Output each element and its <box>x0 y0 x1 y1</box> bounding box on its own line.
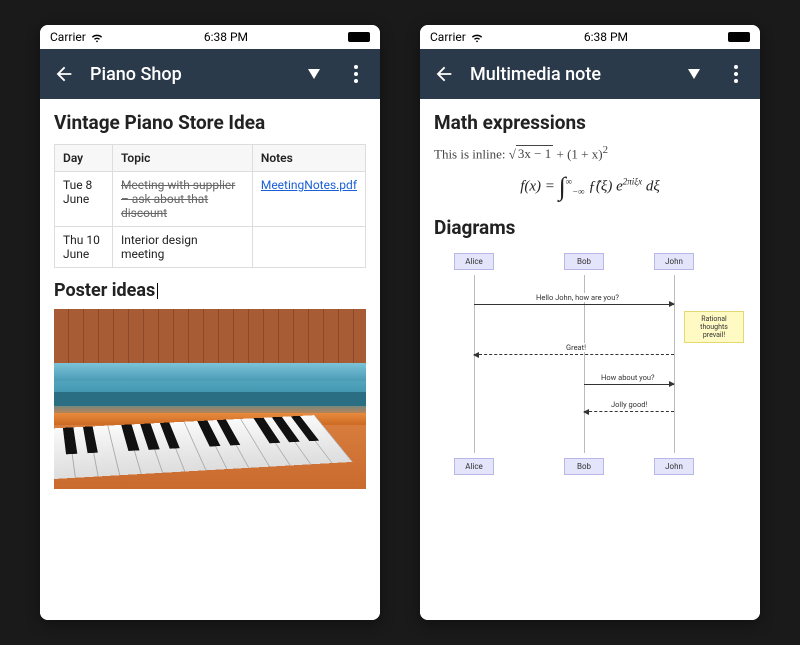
chevron-down-icon <box>688 69 700 79</box>
battery-icon <box>728 32 750 42</box>
sequence-diagram: Alice Bob John Alice Bob John Hello John… <box>434 249 746 479</box>
piano-image <box>54 309 366 489</box>
filter-button[interactable] <box>678 58 710 90</box>
actor-box: Alice <box>454 253 494 270</box>
note-heading: Vintage Piano Store Idea <box>54 111 366 134</box>
battery-icon <box>348 32 370 42</box>
col-topic: Topic <box>112 145 252 172</box>
section-heading-math: Math expressions <box>434 111 746 134</box>
chevron-down-icon <box>308 69 320 79</box>
schedule-table: Day Topic Notes Tue 8 June Meeting with … <box>54 144 366 268</box>
note-content[interactable]: Math expressions This is inline: √3x − 1… <box>420 99 760 620</box>
back-button[interactable] <box>428 58 460 90</box>
back-button[interactable] <box>48 58 80 90</box>
filter-button[interactable] <box>298 58 330 90</box>
more-vert-icon <box>734 65 738 83</box>
page-title: Multimedia note <box>470 64 668 85</box>
actor-box: Bob <box>564 458 604 475</box>
phone-left: Carrier 6:38 PM Piano Shop Vintage Piano… <box>40 25 380 620</box>
text-cursor <box>157 283 158 299</box>
actor-box: John <box>654 458 694 475</box>
section-heading-diagrams: Diagrams <box>434 216 746 239</box>
status-bar: Carrier 6:38 PM <box>40 25 380 49</box>
wifi-icon <box>470 30 484 44</box>
phone-right: Carrier 6:38 PM Multimedia note Math exp… <box>420 25 760 620</box>
block-math: f(x) = ∫∞−∞ ƒ̂(ξ) e2πiξx dξ <box>434 172 746 202</box>
clock-label: 6:38 PM <box>584 30 628 44</box>
inline-math: This is inline: √3x − 1 + (1 + x)2 <box>434 144 746 162</box>
col-notes: Notes <box>252 145 365 172</box>
diagram-note: Rational thoughts prevail! <box>684 311 744 343</box>
carrier-label: Carrier <box>50 30 86 44</box>
status-bar: Carrier 6:38 PM <box>420 25 760 49</box>
table-row: Thu 10 June Interior design meeting <box>55 227 366 268</box>
actor-box: John <box>654 253 694 270</box>
page-title: Piano Shop <box>90 64 288 85</box>
more-button[interactable] <box>340 58 372 90</box>
more-button[interactable] <box>720 58 752 90</box>
note-subheading: Poster ideas <box>54 280 366 301</box>
arrow-left-icon <box>53 63 75 85</box>
col-day: Day <box>55 145 113 172</box>
app-bar: Multimedia note <box>420 49 760 99</box>
carrier-label: Carrier <box>430 30 466 44</box>
more-vert-icon <box>354 65 358 83</box>
arrow-left-icon <box>433 63 455 85</box>
app-bar: Piano Shop <box>40 49 380 99</box>
table-row: Tue 8 June Meeting with supplier – ask a… <box>55 172 366 227</box>
attachment-link[interactable]: MeetingNotes.pdf <box>261 178 357 192</box>
clock-label: 6:38 PM <box>204 30 248 44</box>
wifi-icon <box>90 30 104 44</box>
actor-box: Alice <box>454 458 494 475</box>
note-content[interactable]: Vintage Piano Store Idea Day Topic Notes… <box>40 99 380 620</box>
actor-box: Bob <box>564 253 604 270</box>
